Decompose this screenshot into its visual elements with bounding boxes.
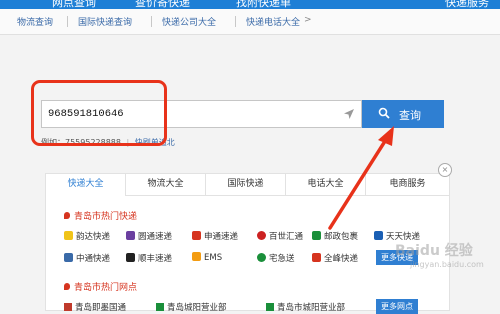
- panel-tabs: 快递大全 物流大全 国际快递 电话大全 电商服务: [46, 174, 449, 196]
- sub-nav-item[interactable]: 国际快递查询: [78, 15, 132, 28]
- point-logo-icon: [64, 303, 72, 311]
- tab-express[interactable]: 快递大全: [46, 174, 126, 196]
- map-pin-icon: [64, 212, 70, 219]
- zto-logo-icon: [64, 253, 73, 262]
- point-link[interactable]: 青岛城阳营业部: [156, 301, 227, 313]
- post-logo-icon: [312, 231, 321, 240]
- chevron-right-icon: >: [304, 15, 312, 25]
- carrier-link[interactable]: 百世汇通: [257, 230, 303, 242]
- carrier-panel: 快递大全 物流大全 国际快递 电话大全 电商服务 青岛市热门快递 韵达快递 圆通…: [45, 173, 450, 314]
- tab-ecommerce[interactable]: 电商服务: [366, 174, 449, 195]
- carrier-link[interactable]: 宅急送: [257, 252, 295, 264]
- watermark-url: jingyan.baidu.com: [410, 260, 484, 269]
- divider: [235, 16, 236, 27]
- carrier-link[interactable]: 顺丰速递: [126, 252, 172, 264]
- carrier-link[interactable]: 申通速递: [192, 230, 238, 242]
- tab-logistics[interactable]: 物流大全: [126, 174, 206, 195]
- tiantian-logo-icon: [374, 231, 383, 240]
- top-nav-bar: 网点查询 查价寄快递 找附快递单 快递服务: [0, 0, 500, 9]
- carrier-link[interactable]: 全峰快递: [312, 252, 358, 264]
- top-nav-item[interactable]: 网点查询: [52, 0, 96, 9]
- point-logo-icon: [266, 303, 274, 311]
- top-nav-item[interactable]: 查价寄快递: [135, 0, 190, 9]
- divider: [151, 16, 152, 27]
- map-pin-icon: [64, 283, 70, 290]
- ems-logo-icon: [192, 252, 201, 261]
- carrier-link[interactable]: 圆通速递: [126, 230, 172, 242]
- more-points-button[interactable]: 更多网点: [376, 299, 418, 314]
- point-link[interactable]: 青岛即墨国通: [64, 301, 126, 313]
- point-logo-icon: [156, 303, 164, 311]
- tab-international[interactable]: 国际快递: [206, 174, 286, 195]
- search-button-label: 查询: [399, 110, 421, 122]
- sf-logo-icon: [126, 253, 135, 262]
- tab-phone[interactable]: 电话大全: [286, 174, 366, 195]
- carrier-link[interactable]: 韵达快递: [64, 230, 110, 242]
- quanfeng-logo-icon: [312, 253, 321, 262]
- yto-logo-icon: [126, 231, 135, 240]
- search-icon: [378, 107, 390, 119]
- carrier-link[interactable]: EMS: [192, 252, 222, 263]
- watermark-logo: Baidu 经验: [395, 243, 473, 259]
- carrier-link[interactable]: 中通快递: [64, 252, 110, 264]
- section-title-carriers: 青岛市热门快递: [64, 209, 137, 222]
- annotation-highlight-box: [31, 80, 167, 146]
- sto-logo-icon: [192, 231, 201, 240]
- location-arrow-icon[interactable]: [343, 108, 355, 120]
- sub-nav-item[interactable]: 快递电话大全: [246, 15, 300, 28]
- sub-nav-item[interactable]: 快递公司大全: [162, 15, 216, 28]
- sub-nav-bar: 物流查询 国际快递查询 快递公司大全 快递电话大全 >: [0, 9, 500, 35]
- yunda-logo-icon: [64, 231, 73, 240]
- point-link[interactable]: 青岛市城阳营业部: [266, 301, 345, 313]
- divider: [67, 16, 68, 27]
- carrier-link[interactable]: 邮政包裹: [312, 230, 358, 242]
- close-icon[interactable]: ×: [438, 163, 452, 177]
- zjs-logo-icon: [257, 253, 266, 262]
- search-button[interactable]: 查询: [362, 100, 444, 128]
- top-nav-item[interactable]: 找附快递单: [236, 0, 291, 9]
- top-nav-item[interactable]: 快递服务: [445, 0, 489, 9]
- best-logo-icon: [257, 231, 266, 240]
- sub-nav-item[interactable]: 物流查询: [17, 15, 53, 28]
- section-title-points: 青岛市热门网点: [64, 280, 137, 293]
